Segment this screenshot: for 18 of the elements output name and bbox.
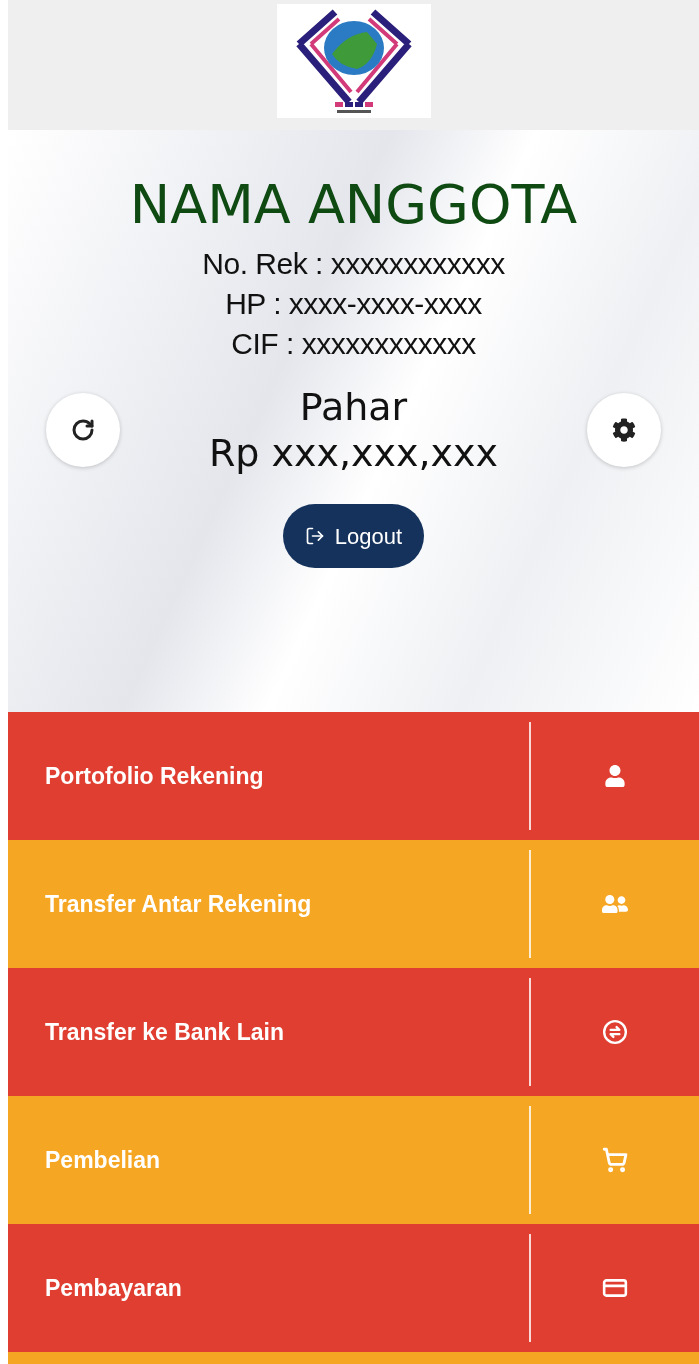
settings-button[interactable] [587,393,661,467]
person-icon [604,765,626,787]
account-number: No. Rek : xxxxxxxxxxxx [202,246,505,282]
settings-icon [612,418,636,442]
balance-label: Pahar [299,384,408,430]
member-name: NAMA ANGGOTA [129,172,578,238]
menu-item[interactable]: Transfer ke Bank Lain [8,968,699,1096]
menu-item[interactable]: Portofolio Rekening [8,712,699,840]
exchange-circle-icon [602,1019,628,1045]
logout-icon [304,526,325,546]
cif-number: CIF : xxxxxxxxxxxx [231,326,476,362]
refresh-icon [71,418,95,442]
cart-icon [602,1147,628,1173]
refresh-button[interactable] [46,393,120,467]
menu-item[interactable]: Pembayaran [8,1224,699,1352]
balance-amount: Rp xxx,xxx,xxx [208,430,499,476]
phone-number: HP : xxxx-xxxx-xxxx [225,286,482,322]
logout-button[interactable]: Logout [282,504,425,568]
